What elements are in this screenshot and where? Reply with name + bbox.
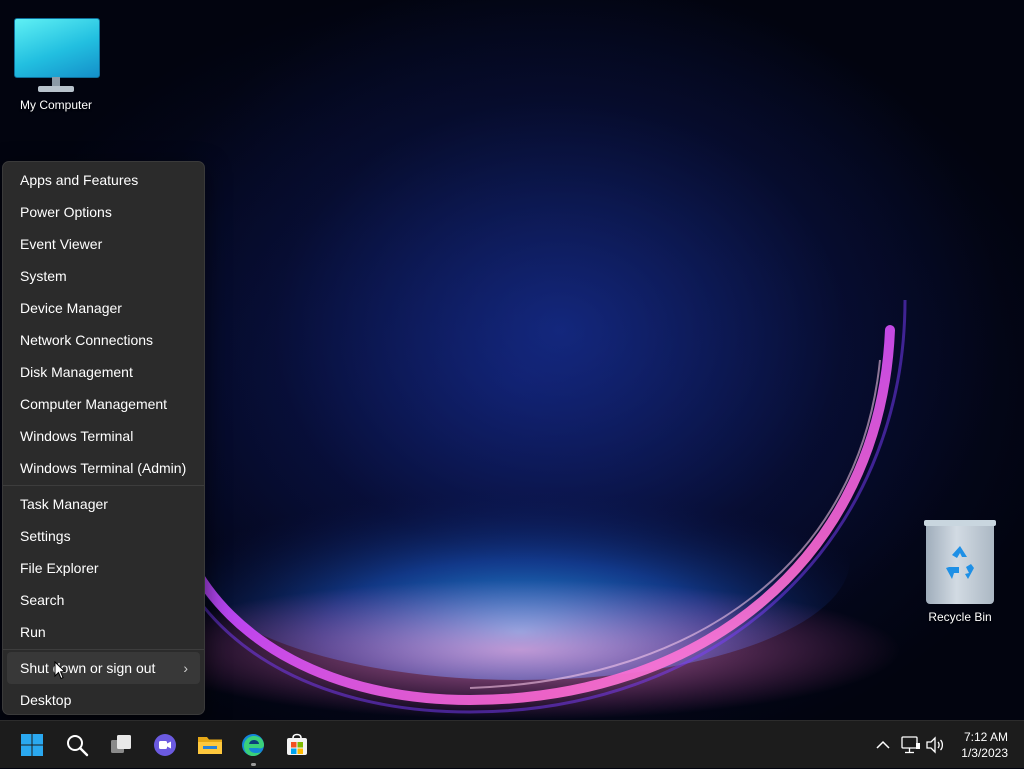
network-icon — [901, 736, 920, 754]
chevron-right-icon: › — [183, 660, 188, 676]
file-explorer-icon — [198, 737, 222, 754]
menu-item-network-connections[interactable]: Network Connections — [7, 324, 200, 356]
store-icon — [287, 733, 307, 755]
mouse-cursor-icon — [54, 661, 66, 680]
computer-icon — [14, 18, 100, 94]
desktop-icon-label: My Computer — [19, 98, 93, 112]
running-indicator — [251, 763, 256, 766]
menu-item-disk-management[interactable]: Disk Management — [7, 356, 200, 388]
start-button[interactable] — [14, 727, 50, 763]
menu-item-label: Shut down or sign out — [20, 660, 156, 676]
menu-item-desktop[interactable]: Desktop — [7, 684, 200, 716]
chat-icon — [154, 734, 176, 756]
edge-button[interactable] — [235, 727, 271, 766]
menu-item-file-explorer[interactable]: File Explorer — [7, 552, 200, 584]
network-tray-button[interactable] — [898, 721, 924, 769]
volume-tray-button[interactable] — [922, 721, 948, 769]
task-view-icon — [111, 735, 131, 753]
show-hidden-icons-button[interactable] — [870, 721, 900, 769]
search-icon — [67, 735, 89, 757]
desktop-icon-my-computer[interactable]: My Computer — [11, 18, 101, 112]
desktop-icon-recycle-bin[interactable]: Recycle Bin — [915, 520, 1005, 624]
desktop-icon-label: Recycle Bin — [928, 610, 992, 624]
menu-separator — [3, 485, 204, 486]
start-icon — [21, 734, 43, 756]
edge-icon — [242, 734, 264, 756]
clock-time: 7:12 AM — [963, 730, 1008, 744]
taskbar-clock[interactable]: 7:12 AM 1/3/2023 — [961, 729, 1008, 761]
volume-icon — [926, 736, 944, 754]
taskbar: 7:12 AM 1/3/2023 — [0, 720, 1024, 768]
menu-item-settings[interactable]: Settings — [7, 520, 200, 552]
chat-button[interactable] — [147, 727, 183, 763]
store-button[interactable] — [279, 727, 315, 763]
chevron-up-icon — [876, 740, 890, 749]
menu-item-device-manager[interactable]: Device Manager — [7, 292, 200, 324]
menu-item-search[interactable]: Search — [7, 584, 200, 616]
file-explorer-button[interactable] — [191, 727, 227, 763]
recycle-bin-icon — [924, 520, 996, 606]
power-user-menu: Apps and Features Power Options Event Vi… — [2, 161, 205, 715]
taskbar-search-button[interactable] — [59, 727, 95, 763]
clock-date: 1/3/2023 — [961, 746, 1008, 760]
menu-item-run[interactable]: Run — [7, 616, 200, 648]
menu-item-apps-and-features[interactable]: Apps and Features — [7, 164, 200, 196]
menu-item-task-manager[interactable]: Task Manager — [7, 488, 200, 520]
menu-item-windows-terminal-admin[interactable]: Windows Terminal (Admin) — [7, 452, 200, 484]
menu-item-event-viewer[interactable]: Event Viewer — [7, 228, 200, 260]
menu-item-power-options[interactable]: Power Options — [7, 196, 200, 228]
menu-separator — [3, 649, 204, 650]
menu-item-system[interactable]: System — [7, 260, 200, 292]
menu-item-windows-terminal[interactable]: Windows Terminal — [7, 420, 200, 452]
menu-item-shut-down-or-sign-out[interactable]: Shut down or sign out › — [7, 652, 200, 684]
menu-item-computer-management[interactable]: Computer Management — [7, 388, 200, 420]
task-view-button[interactable] — [103, 727, 139, 763]
